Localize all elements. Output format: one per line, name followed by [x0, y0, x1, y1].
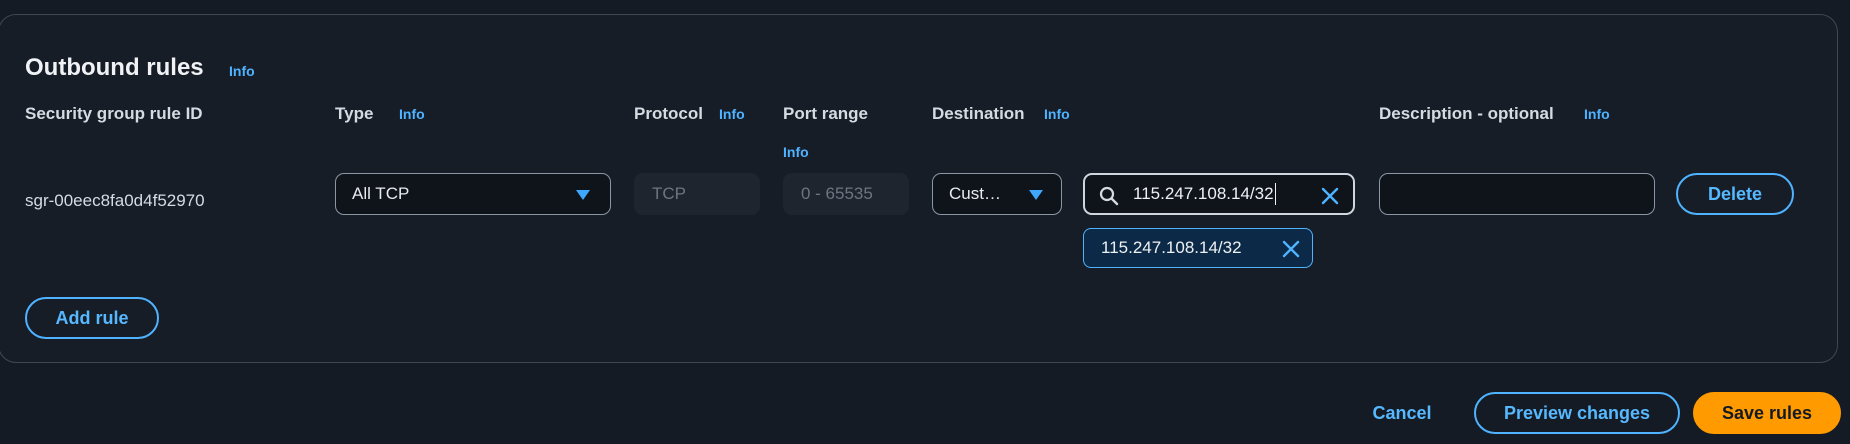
destination-type-value: Cust…	[949, 184, 1001, 203]
destination-token: 115.247.108.14/32	[1083, 228, 1313, 268]
protocol-info-link[interactable]: Info	[719, 106, 745, 122]
caret-down-icon	[1029, 190, 1043, 200]
type-select[interactable]: All TCP	[335, 173, 611, 215]
cancel-button[interactable]: Cancel	[1362, 392, 1442, 434]
remove-token-icon[interactable]	[1280, 238, 1302, 260]
column-header-destination: Destination	[932, 104, 1025, 123]
preview-changes-button[interactable]: Preview changes	[1474, 392, 1680, 434]
section-info-link[interactable]: Info	[229, 63, 255, 79]
search-icon	[1099, 186, 1119, 206]
destination-token-label: 115.247.108.14/32	[1101, 238, 1242, 257]
save-rules-button[interactable]: Save rules	[1693, 392, 1841, 434]
section-title: Outbound rules	[25, 54, 204, 81]
destination-search-input[interactable]: 115.247.108.14/32	[1083, 173, 1355, 215]
outbound-rules-panel: Outbound rules Info Security group rule …	[0, 14, 1838, 363]
delete-rule-button[interactable]: Delete	[1676, 173, 1794, 215]
destination-info-link[interactable]: Info	[1044, 106, 1070, 122]
port-range-value: 0 - 65535	[801, 184, 873, 203]
destination-type-select[interactable]: Cust…	[932, 173, 1062, 215]
column-header-type: Type	[335, 104, 374, 123]
type-select-value: All TCP	[352, 184, 410, 203]
type-info-link[interactable]: Info	[399, 106, 425, 122]
column-header-description: Description - optional	[1379, 104, 1554, 123]
port-range-info-link[interactable]: Info	[783, 144, 809, 160]
add-rule-button[interactable]: Add rule	[25, 297, 159, 339]
description-info-link[interactable]: Info	[1584, 106, 1610, 122]
close-icon[interactable]	[1319, 185, 1341, 207]
description-input[interactable]	[1379, 173, 1655, 215]
rule-id: sgr-00eec8fa0d4f52970	[25, 191, 205, 210]
protocol-field: TCP	[634, 173, 760, 215]
column-header-rule-id: Security group rule ID	[25, 104, 203, 123]
column-header-port-range: Port range	[783, 104, 869, 123]
column-header-protocol: Protocol	[634, 104, 703, 123]
destination-search-value: 115.247.108.14/32	[1133, 184, 1274, 203]
port-range-field: 0 - 65535	[783, 173, 909, 215]
caret-down-icon	[576, 190, 590, 200]
text-cursor	[1274, 183, 1276, 205]
protocol-value: TCP	[652, 184, 686, 203]
